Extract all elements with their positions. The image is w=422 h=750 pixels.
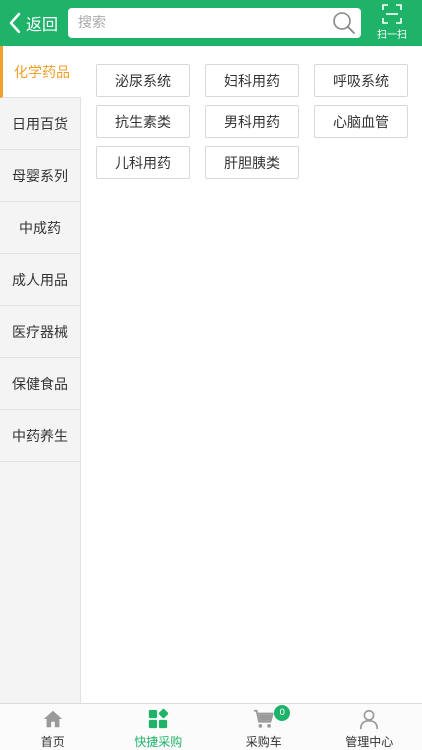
scan-button[interactable]: 扫一扫 [370, 2, 414, 44]
scan-label: 扫一扫 [377, 30, 407, 41]
sidebar-item-chemical-drugs[interactable]: 化学药品 [0, 46, 81, 98]
sidebar-item-tcm-wellness[interactable]: 中药养生 [0, 410, 80, 462]
tab-management-center[interactable]: 管理中心 [317, 704, 422, 750]
cart-icon [253, 709, 274, 728]
tab-label: 首页 [40, 735, 65, 749]
top-bar: 返回 扫一扫 [0, 0, 422, 46]
subcategory-tag[interactable]: 男科用药 [205, 105, 299, 138]
subcategory-tag[interactable]: 呼吸系统 [314, 64, 408, 97]
sidebar-item-daily-goods[interactable]: 日用百货 [0, 98, 80, 150]
tab-label: 采购车 [245, 735, 282, 749]
tab-cart[interactable]: 0 采购车 [211, 704, 317, 750]
search-icon[interactable] [331, 10, 357, 36]
scan-icon [382, 4, 402, 24]
cart-count-badge: 0 [274, 705, 291, 721]
bottom-tab-bar: 首页 快捷采购 0 采购车 管理中心 [0, 703, 422, 750]
subcategory-tag[interactable]: 妇科用药 [205, 64, 299, 97]
back-button[interactable]: 返回 [8, 8, 58, 38]
category-sidebar: 化学药品 日用百货 母婴系列 中成药 成人用品 医疗器械 保健食品 中药养生 [0, 46, 81, 703]
chevron-left-icon [9, 12, 21, 34]
sidebar-item-chinese-patent-medicine[interactable]: 中成药 [0, 202, 80, 254]
sidebar-item-maternal-baby[interactable]: 母婴系列 [0, 150, 80, 202]
tab-label: 管理中心 [345, 735, 394, 749]
search-input[interactable] [78, 15, 331, 31]
sidebar-item-adult-products[interactable]: 成人用品 [0, 254, 80, 306]
back-label: 返回 [26, 15, 59, 34]
subcategory-tag[interactable]: 心脑血管 [314, 105, 408, 138]
subcategory-tag[interactable]: 儿科用药 [96, 146, 190, 179]
sidebar-item-health-food[interactable]: 保健食品 [0, 358, 80, 410]
subcategory-panel: 泌尿系统 妇科用药 呼吸系统 抗生素类 男科用药 心脑血管 儿科用药 肝胆胰类 [82, 46, 422, 703]
subcategory-grid: 泌尿系统 妇科用药 呼吸系统 抗生素类 男科用药 心脑血管 儿科用药 肝胆胰类 [96, 64, 414, 179]
tab-home[interactable]: 首页 [0, 704, 106, 750]
subcategory-tag[interactable]: 肝胆胰类 [205, 146, 299, 179]
subcategory-tag[interactable]: 抗生素类 [96, 105, 190, 138]
sidebar-item-medical-devices[interactable]: 医疗器械 [0, 306, 80, 358]
subcategory-tag[interactable]: 泌尿系统 [96, 64, 190, 97]
search-box[interactable] [68, 8, 361, 38]
user-icon [360, 709, 379, 730]
home-icon [43, 710, 62, 728]
grid-icon [149, 708, 169, 729]
tab-label: 快捷采购 [134, 735, 183, 749]
tab-quick-purchase[interactable]: 快捷采购 [106, 704, 212, 750]
